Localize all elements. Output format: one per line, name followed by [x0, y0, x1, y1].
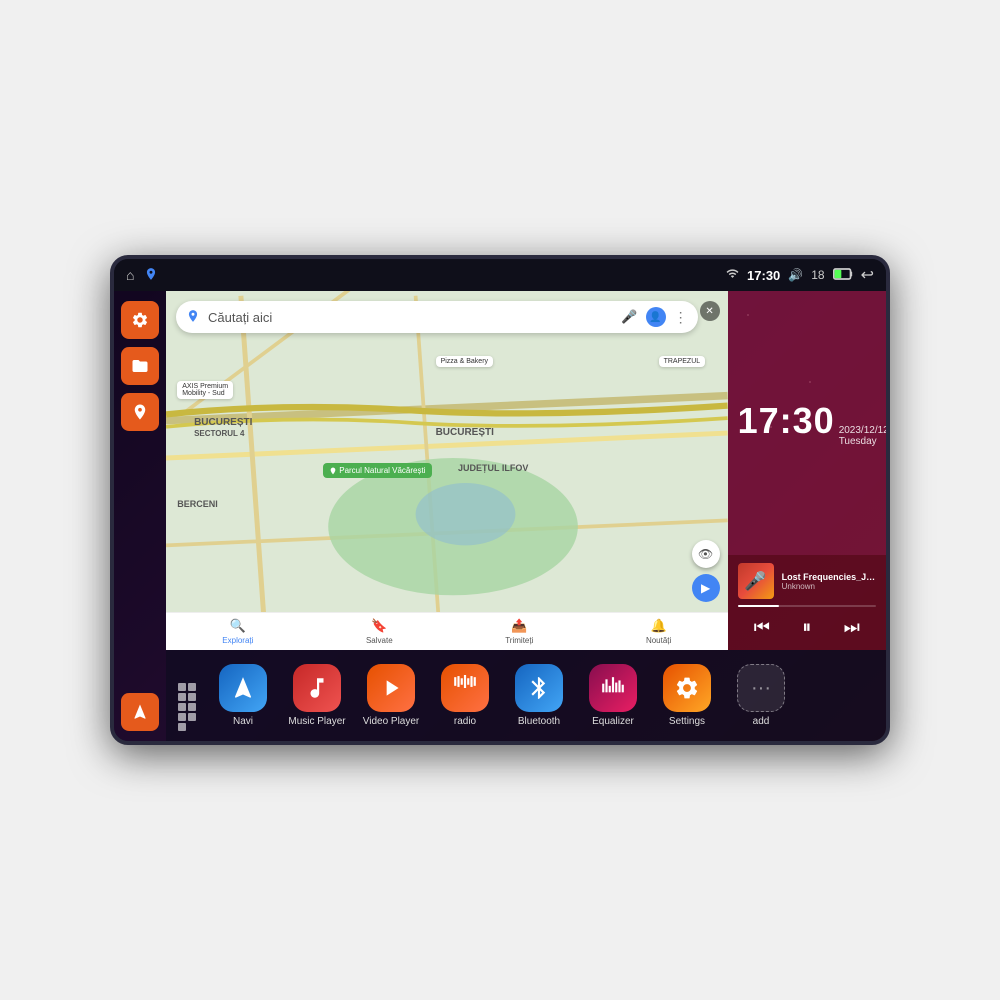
google-maps-icon — [186, 309, 200, 326]
map-area-berceni: BERCENI — [177, 499, 218, 509]
battery-icon — [833, 268, 853, 283]
navi-label: Navi — [233, 716, 253, 727]
clock-date: 2023/12/12 — [839, 425, 886, 436]
album-art: 🎤 — [738, 563, 774, 599]
map-area-ilfov: JUDEȚUL ILFOV — [458, 463, 528, 473]
music-player-label: Music Player — [288, 716, 345, 727]
status-bar: ⌂ 17:30 🔊 18 ↩ — [114, 259, 886, 291]
sidebar-navigation-button[interactable] — [121, 693, 159, 731]
app-video-player[interactable]: Video Player — [356, 660, 426, 731]
map-place-trap: TRAPEZUL — [659, 356, 706, 367]
equalizer-label: Equalizer — [592, 716, 634, 727]
saved-icon: 🔖 — [371, 618, 387, 634]
app-drawer: Navi Music Player — [166, 650, 886, 741]
park-pin[interactable]: Parcul Natural Văcărești — [323, 463, 431, 478]
music-progress-bar[interactable] — [738, 605, 876, 607]
map-menu-icon[interactable]: ⋮ — [674, 309, 688, 326]
music-info: Lost Frequencies_Janie... Unknown — [782, 572, 876, 591]
map-nav-share[interactable]: 📤 Trimiteți — [505, 618, 533, 645]
music-player-icon — [293, 664, 341, 712]
news-icon: 🔔 — [651, 618, 667, 634]
map-area-bucharest: BUCUREȘTI — [436, 427, 494, 438]
map-bottom-nav: 🔍 Explorați 🔖 Salvate 📤 Trimiteți — [166, 612, 728, 650]
radio-icon — [441, 664, 489, 712]
map-nav-news[interactable]: 🔔 Noutăți — [646, 618, 671, 645]
add-icon: ··· — [737, 664, 785, 712]
app-equalizer[interactable]: Equalizer — [578, 660, 648, 731]
app-radio[interactable]: radio — [430, 660, 500, 731]
car-head-unit: ⌂ 17:30 🔊 18 ↩ — [110, 255, 890, 745]
map-frame[interactable]: Căutați aici 🎤 👤 ⋮ AXIS PremiumMobility … — [166, 291, 728, 650]
map-place-pizza: Pizza & Bakery — [436, 356, 493, 367]
explore-icon: 🔍 — [230, 618, 246, 634]
music-pause-button[interactable]: ⏸ — [798, 613, 815, 642]
bluetooth-label: Bluetooth — [518, 716, 560, 727]
left-sidebar — [114, 291, 166, 741]
music-title: Lost Frequencies_Janie... — [782, 572, 876, 582]
right-panel: 17:30 2023/12/12 Tuesday 🎤 — [728, 291, 886, 650]
add-label: add — [753, 716, 770, 727]
content-area: Căutați aici 🎤 👤 ⋮ AXIS PremiumMobility … — [166, 291, 886, 741]
app-music-player[interactable]: Music Player — [282, 660, 352, 731]
clock-time: 17:30 — [738, 400, 835, 442]
share-icon: 📤 — [511, 618, 527, 634]
status-left-icons: ⌂ — [126, 267, 158, 284]
map-place-axis: AXIS PremiumMobility - Sud — [177, 381, 233, 399]
maps-status-icon[interactable] — [144, 267, 158, 284]
map-location-button[interactable]: 👁 — [692, 540, 720, 568]
home-icon[interactable]: ⌂ — [126, 267, 134, 283]
sidebar-maps-button[interactable] — [121, 393, 159, 431]
navi-icon — [219, 664, 267, 712]
music-progress-fill — [738, 605, 780, 607]
app-settings[interactable]: Settings — [652, 660, 722, 731]
map-area-sector4: BUCUREȘTISECTORUL 4 — [194, 417, 252, 439]
map-navigate-button[interactable]: ▶ — [692, 574, 720, 602]
battery-level: 18 — [811, 268, 824, 282]
app-launcher-button[interactable] — [174, 679, 208, 713]
map-search-placeholder: Căutați aici — [208, 310, 613, 325]
map-close-button[interactable]: ✕ — [700, 301, 720, 321]
music-prev-button[interactable]: ⏮ — [750, 613, 774, 642]
map-search-bar[interactable]: Căutați aici 🎤 👤 ⋮ — [176, 301, 698, 333]
clock-day: Tuesday — [839, 436, 886, 447]
volume-icon: 🔊 — [788, 268, 803, 282]
wifi-icon — [726, 267, 739, 283]
app-add[interactable]: ··· add — [726, 660, 796, 731]
map-nav-saved[interactable]: 🔖 Salvate — [366, 618, 393, 645]
back-icon[interactable]: ↩ — [861, 265, 874, 285]
app-bluetooth[interactable]: Bluetooth — [504, 660, 574, 731]
settings-label: Settings — [669, 716, 705, 727]
app-navi[interactable]: Navi — [208, 660, 278, 731]
settings-icon — [663, 664, 711, 712]
status-right-icons: 17:30 🔊 18 ↩ — [726, 265, 874, 285]
music-controls: ⏮ ⏸ ⏭ — [738, 613, 876, 642]
music-widget: 🎤 Lost Frequencies_Janie... Unknown ⏮ — [728, 555, 886, 650]
radio-label: radio — [454, 716, 476, 727]
user-avatar[interactable]: 👤 — [646, 307, 666, 327]
sidebar-settings-button[interactable] — [121, 301, 159, 339]
main-area: Căutați aici 🎤 👤 ⋮ AXIS PremiumMobility … — [114, 291, 886, 741]
map-nav-explore[interactable]: 🔍 Explorați — [222, 618, 253, 645]
clock-widget: 17:30 2023/12/12 Tuesday — [728, 291, 886, 555]
video-player-icon — [367, 664, 415, 712]
bluetooth-icon — [515, 664, 563, 712]
status-time: 17:30 — [747, 268, 780, 283]
sidebar-files-button[interactable] — [121, 347, 159, 385]
music-artist: Unknown — [782, 582, 876, 591]
app-grid: Navi Music Player — [208, 660, 796, 731]
equalizer-icon — [589, 664, 637, 712]
microphone-icon[interactable]: 🎤 — [621, 309, 637, 325]
music-next-button[interactable]: ⏭ — [840, 613, 864, 642]
video-player-label: Video Player — [363, 716, 420, 727]
